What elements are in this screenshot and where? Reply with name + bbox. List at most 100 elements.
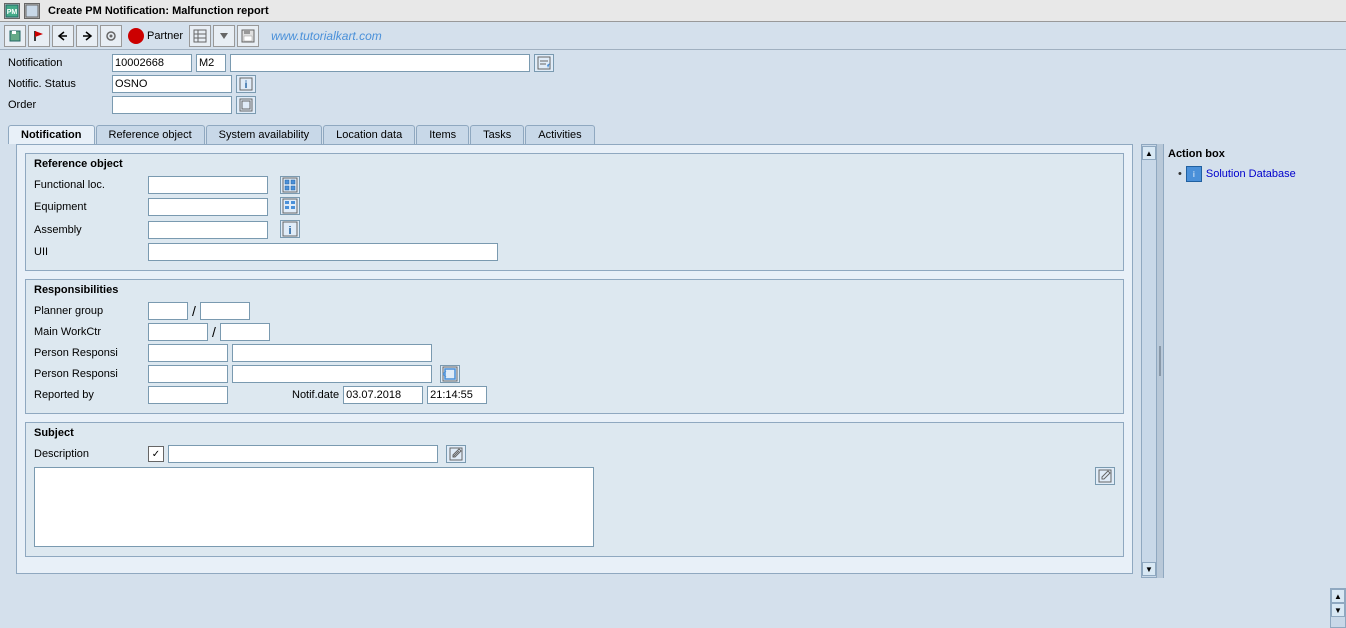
order-row: Order (8, 96, 1338, 114)
tab-reference-object[interactable]: Reference object (96, 125, 205, 144)
partner-label: Partner (147, 30, 183, 42)
notification-input[interactable] (112, 54, 192, 72)
notif-status-label: Notific. Status (8, 78, 108, 90)
description-input[interactable] (168, 445, 438, 463)
description-checkbox[interactable]: ✓ (148, 446, 164, 462)
notification-row: Notification (8, 54, 1338, 72)
functional-loc-label: Functional loc. (34, 179, 144, 191)
person-responsi-input1b[interactable] (232, 344, 432, 362)
equipment-grid-icon[interactable] (280, 197, 300, 215)
assembly-input[interactable] (148, 221, 268, 239)
reported-by-label: Reported by (34, 389, 144, 401)
main-workctr-input1[interactable] (148, 323, 208, 341)
textarea-edit-icon[interactable] (1095, 467, 1115, 485)
solution-database-label: Solution Database (1206, 168, 1296, 180)
notif-date-label: Notif.date (292, 389, 339, 401)
action-box: Action box • i Solution Database (1163, 144, 1338, 578)
title-bar-icon2 (24, 3, 40, 19)
person-responsi-label1: Person Responsi (34, 347, 144, 359)
person-responsi-icon[interactable] (440, 365, 460, 383)
scroll-right-up[interactable]: ▲ (1331, 589, 1345, 603)
planner-separator: / (192, 303, 196, 319)
main-content: Reference object Functional loc. Equipme… (8, 144, 1338, 578)
order-input[interactable] (112, 96, 232, 114)
partner-icon (128, 28, 144, 44)
person-responsi-input2a[interactable] (148, 365, 228, 383)
person-responsi-row2: Person Responsi (34, 365, 1115, 383)
title-bar-icon: PM (4, 3, 20, 19)
planner-group-label: Planner group (34, 305, 144, 317)
tab-activities[interactable]: Activities (525, 125, 594, 144)
tab-tasks[interactable]: Tasks (470, 125, 524, 144)
reference-object-title: Reference object (34, 158, 1115, 170)
bottom-scroll-right[interactable]: ▲ ▼ (1330, 588, 1346, 628)
toolbar-btn-flag[interactable] (28, 25, 50, 47)
svg-text:i: i (245, 80, 248, 91)
planner-group-input2[interactable] (200, 302, 250, 320)
tab-system-availability[interactable]: System availability (206, 125, 322, 144)
reference-object-section: Reference object Functional loc. Equipme… (25, 153, 1124, 271)
notification-edit-icon[interactable] (534, 54, 554, 72)
notif-status-info-icon[interactable]: i (236, 75, 256, 93)
title-text: Create PM Notification: Malfunction repo… (48, 5, 269, 17)
equipment-input[interactable] (148, 198, 268, 216)
toolbar-btn-forward[interactable] (76, 25, 98, 47)
tabs-container: Notification Reference object System ava… (0, 125, 1346, 144)
description-row: Description ✓ (34, 445, 1115, 463)
toolbar-btn-disk[interactable] (237, 25, 259, 47)
solution-database-item[interactable]: • i Solution Database (1168, 164, 1334, 184)
toolbar-btn-back[interactable] (52, 25, 74, 47)
svg-text:i: i (288, 225, 291, 237)
title-bar: PM Create PM Notification: Malfunction r… (0, 0, 1346, 22)
reported-by-input[interactable] (148, 386, 228, 404)
functional-loc-input[interactable] (148, 176, 268, 194)
scroll-right-down[interactable]: ▼ (1331, 603, 1345, 617)
person-responsi-input1a[interactable] (148, 344, 228, 362)
responsibilities-title: Responsibilities (34, 284, 1115, 296)
uii-input[interactable] (148, 243, 498, 261)
notif-status-input[interactable] (112, 75, 232, 93)
description-label: Description (34, 448, 144, 460)
functional-loc-row: Functional loc. (34, 176, 1115, 194)
notification-desc-input[interactable] (230, 54, 530, 72)
notif-time-input[interactable] (427, 386, 487, 404)
right-scrollbar[interactable]: ▲ ▼ (1141, 144, 1157, 578)
notification-type-input[interactable] (196, 54, 226, 72)
tab-location-data[interactable]: Location data (323, 125, 415, 144)
planner-group-row: Planner group / (34, 302, 1115, 320)
notif-date-input[interactable] (343, 386, 423, 404)
ref-icons (280, 176, 300, 194)
func-loc-tree-icon[interactable] (280, 176, 300, 194)
tab-items[interactable]: Items (416, 125, 469, 144)
main-panel: Reference object Functional loc. Equipme… (16, 144, 1133, 574)
content-panel: Reference object Functional loc. Equipme… (8, 144, 1141, 578)
partner-btn[interactable]: Partner (128, 28, 183, 44)
text-area-container (34, 467, 1115, 550)
toolbar-btn-down[interactable] (213, 25, 235, 47)
scroll-up-arrow[interactable]: ▲ (1142, 146, 1156, 160)
responsibilities-section: Responsibilities Planner group / Main Wo… (25, 279, 1124, 414)
tab-notification[interactable]: Notification (8, 125, 95, 144)
notif-status-row: Notific. Status i (8, 75, 1338, 93)
subject-textarea[interactable] (34, 467, 594, 547)
solution-database-icon: i (1186, 166, 1202, 182)
person-responsi-input2b[interactable] (232, 365, 432, 383)
action-box-title: Action box (1168, 148, 1334, 160)
main-workctr-label: Main WorkCtr (34, 326, 144, 338)
uii-label: UII (34, 246, 144, 258)
toolbar-btn-table[interactable] (189, 25, 211, 47)
svg-text:PM: PM (7, 9, 18, 16)
order-icon[interactable] (236, 96, 256, 114)
main-workctr-input2[interactable] (220, 323, 270, 341)
planner-group-input1[interactable] (148, 302, 188, 320)
description-edit-icon[interactable] (446, 445, 466, 463)
reported-by-row: Reported by Notif.date (34, 386, 1115, 404)
person-responsi-label2: Person Responsi (34, 368, 144, 380)
assembly-info-icon[interactable]: i (280, 220, 300, 238)
equipment-icon-area (280, 197, 300, 217)
toolbar-btn-save[interactable] (4, 25, 26, 47)
equipment-label: Equipment (34, 201, 144, 213)
scroll-down-arrow[interactable]: ▼ (1142, 562, 1156, 576)
subject-section: Subject Description ✓ (25, 422, 1124, 557)
toolbar-btn-gear[interactable] (100, 25, 122, 47)
